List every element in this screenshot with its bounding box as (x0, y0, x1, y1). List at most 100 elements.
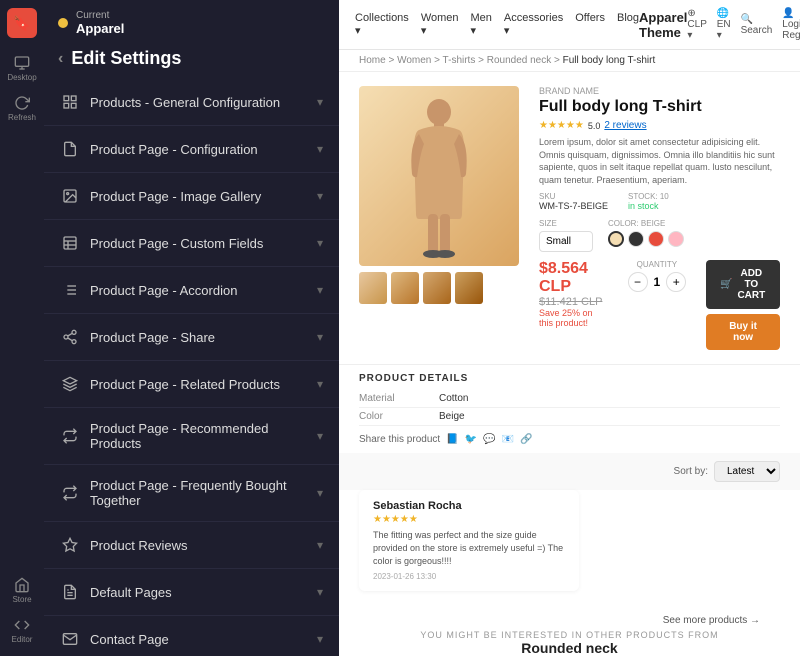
share-label: Product Page - Share (90, 330, 307, 345)
nav-men[interactable]: Men ▾ (471, 12, 492, 37)
editor-nav-button[interactable]: Editor (4, 612, 40, 648)
qty-increase[interactable]: + (666, 272, 686, 292)
sort-select[interactable]: Latest (714, 461, 780, 482)
swatch-pink[interactable] (668, 231, 684, 247)
settings-item-frequently[interactable]: Product Page - Frequently Bought Togethe… (44, 465, 339, 522)
material-row: Material Cotton (359, 390, 780, 408)
nav-accessories[interactable]: Accessories ▾ (504, 12, 563, 37)
review-text: The fitting was perfect and the size gui… (373, 529, 565, 567)
repeat2-icon (60, 483, 80, 503)
image-icon (60, 186, 80, 206)
review-card: Sebastian Rocha ★★★★★ The fitting was pe… (359, 490, 579, 591)
repeat-icon (60, 426, 80, 446)
chevron-icon: ▾ (317, 142, 323, 156)
current-store: Current Apparel (44, 0, 339, 42)
email-share-icon[interactable]: 📧 (502, 434, 514, 445)
settings-title: Edit Settings (71, 48, 181, 69)
see-more-link[interactable]: See more products → (663, 615, 760, 626)
size-color-options: SIZE Small COLOR: Beige (539, 219, 780, 252)
settings-list: Products - General Configuration ▾ Produ… (44, 79, 339, 656)
settings-item-general[interactable]: Products - General Configuration ▾ (44, 79, 339, 126)
thumb-2[interactable] (391, 272, 419, 304)
rating: ★★★★★ 5.0 2 reviews (539, 120, 780, 131)
general-label: Products - General Configuration (90, 95, 307, 110)
product-details: Brand Name Full body long T-shirt ★★★★★ … (539, 86, 780, 350)
settings-item-recommended[interactable]: Product Page - Recommended Products ▾ (44, 408, 339, 465)
layers-icon (60, 374, 80, 394)
nav-brand: Apparel Theme (639, 10, 687, 40)
share-icons: 📘 🐦 💬 📧 🔗 (446, 434, 532, 445)
buy-now-button[interactable]: Buy it now (706, 314, 780, 350)
swatch-red[interactable] (648, 231, 664, 247)
nav-actions: ⊕ CLP ▾ 🌐 EN ▾ 🔍 Search 👤 Login / Regist… (687, 8, 800, 41)
quantity-block: QUANTITY − 1 + (628, 260, 687, 292)
chevron-icon: ▾ (317, 377, 323, 391)
thumb-4[interactable] (455, 272, 483, 304)
color-detail-value: Beige (439, 411, 465, 422)
grid-icon (60, 92, 80, 112)
settings-item-custom-fields[interactable]: Product Page - Custom Fields ▾ (44, 220, 339, 267)
brand-label: Brand Name (539, 86, 780, 96)
nav-collections[interactable]: Collections ▾ (355, 12, 409, 37)
nav-en[interactable]: 🌐 EN ▾ (717, 8, 731, 41)
nav-search[interactable]: 🔍 Search (741, 14, 773, 36)
refresh-label: Refresh (8, 113, 36, 122)
see-more-row: See more products → (359, 611, 780, 630)
settings-item-page-config[interactable]: Product Page - Configuration ▾ (44, 126, 339, 173)
thumb-1[interactable] (359, 272, 387, 304)
reviewer-name: Sebastian Rocha (373, 500, 565, 512)
settings-item-reviews[interactable]: Product Reviews ▾ (44, 522, 339, 569)
product-area: Brand Name Full body long T-shirt ★★★★★ … (339, 72, 800, 364)
add-to-cart-button[interactable]: 🛒 ADD TO CART (706, 260, 780, 309)
share-label: Share this product (359, 434, 440, 445)
sku-label: SKU (539, 192, 608, 201)
settings-item-contact[interactable]: Contact Page ▾ (44, 616, 339, 656)
refresh-nav-button[interactable]: Refresh (4, 90, 40, 126)
settings-item-accordion[interactable]: Product Page - Accordion ▾ (44, 267, 339, 314)
size-select[interactable]: Small (539, 231, 593, 252)
desktop-nav-button[interactable]: Desktop (4, 50, 40, 86)
details-title: PRODUCT DETAILS (359, 373, 780, 384)
nav-login[interactable]: 👤 Login / Register (782, 8, 800, 41)
material-label: Material (359, 393, 439, 404)
main-product-image (359, 86, 519, 266)
settings-item-related[interactable]: Product Page - Related Products ▾ (44, 361, 339, 408)
nav-links: Collections ▾ Women ▾ Men ▾ Accessories … (355, 12, 639, 37)
desktop-label: Desktop (7, 73, 36, 82)
settings-item-image-gallery[interactable]: Product Page - Image Gallery ▾ (44, 173, 339, 220)
chevron-icon: ▾ (317, 189, 323, 203)
file2-icon (60, 582, 80, 602)
nav-clp[interactable]: ⊕ CLP ▾ (687, 8, 706, 41)
thumb-3[interactable] (423, 272, 451, 304)
sort-by: Sort by: Latest (674, 461, 780, 482)
nav-blog[interactable]: Blog (617, 12, 639, 37)
related-label: Product Page - Related Products (90, 377, 307, 392)
qty-controls: − 1 + (628, 272, 687, 292)
accordion-label: Product Page - Accordion (90, 283, 307, 298)
icon-sidebar: 🔖 Desktop Refresh Store Editor (0, 0, 44, 656)
settings-item-share[interactable]: Product Page - Share ▾ (44, 314, 339, 361)
review-count[interactable]: 2 reviews (604, 120, 646, 131)
related-label: YOU MIGHT BE INTERESTED IN OTHER PRODUCT… (359, 630, 780, 640)
nav-offers[interactable]: Offers (575, 12, 605, 37)
sku-value: WM-TS-7-BEIGE (539, 201, 608, 211)
color-option: COLOR: Beige (608, 219, 684, 252)
twitter-icon[interactable]: 🐦 (465, 434, 477, 445)
size-label: SIZE (539, 219, 593, 228)
thumbnail-images (359, 272, 519, 304)
page-config-label: Product Page - Configuration (90, 142, 307, 157)
whatsapp-icon[interactable]: 💬 (483, 434, 495, 445)
qty-decrease[interactable]: − (628, 272, 648, 292)
store-nav-button[interactable]: Store (4, 572, 40, 608)
nav-women[interactable]: Women ▾ (421, 12, 459, 37)
settings-item-default[interactable]: Default Pages ▾ (44, 569, 339, 616)
swatch-beige[interactable] (608, 231, 624, 247)
star-icon (60, 535, 80, 555)
back-button[interactable]: ‹ (58, 50, 63, 68)
link-icon[interactable]: 🔗 (520, 434, 532, 445)
product-details-section: PRODUCT DETAILS Material Cotton Color Be… (339, 364, 800, 453)
recommended-label: Product Page - Recommended Products (90, 421, 307, 451)
settings-header: ‹ Edit Settings (44, 42, 339, 79)
facebook-icon[interactable]: 📘 (446, 434, 458, 445)
swatch-black[interactable] (628, 231, 644, 247)
